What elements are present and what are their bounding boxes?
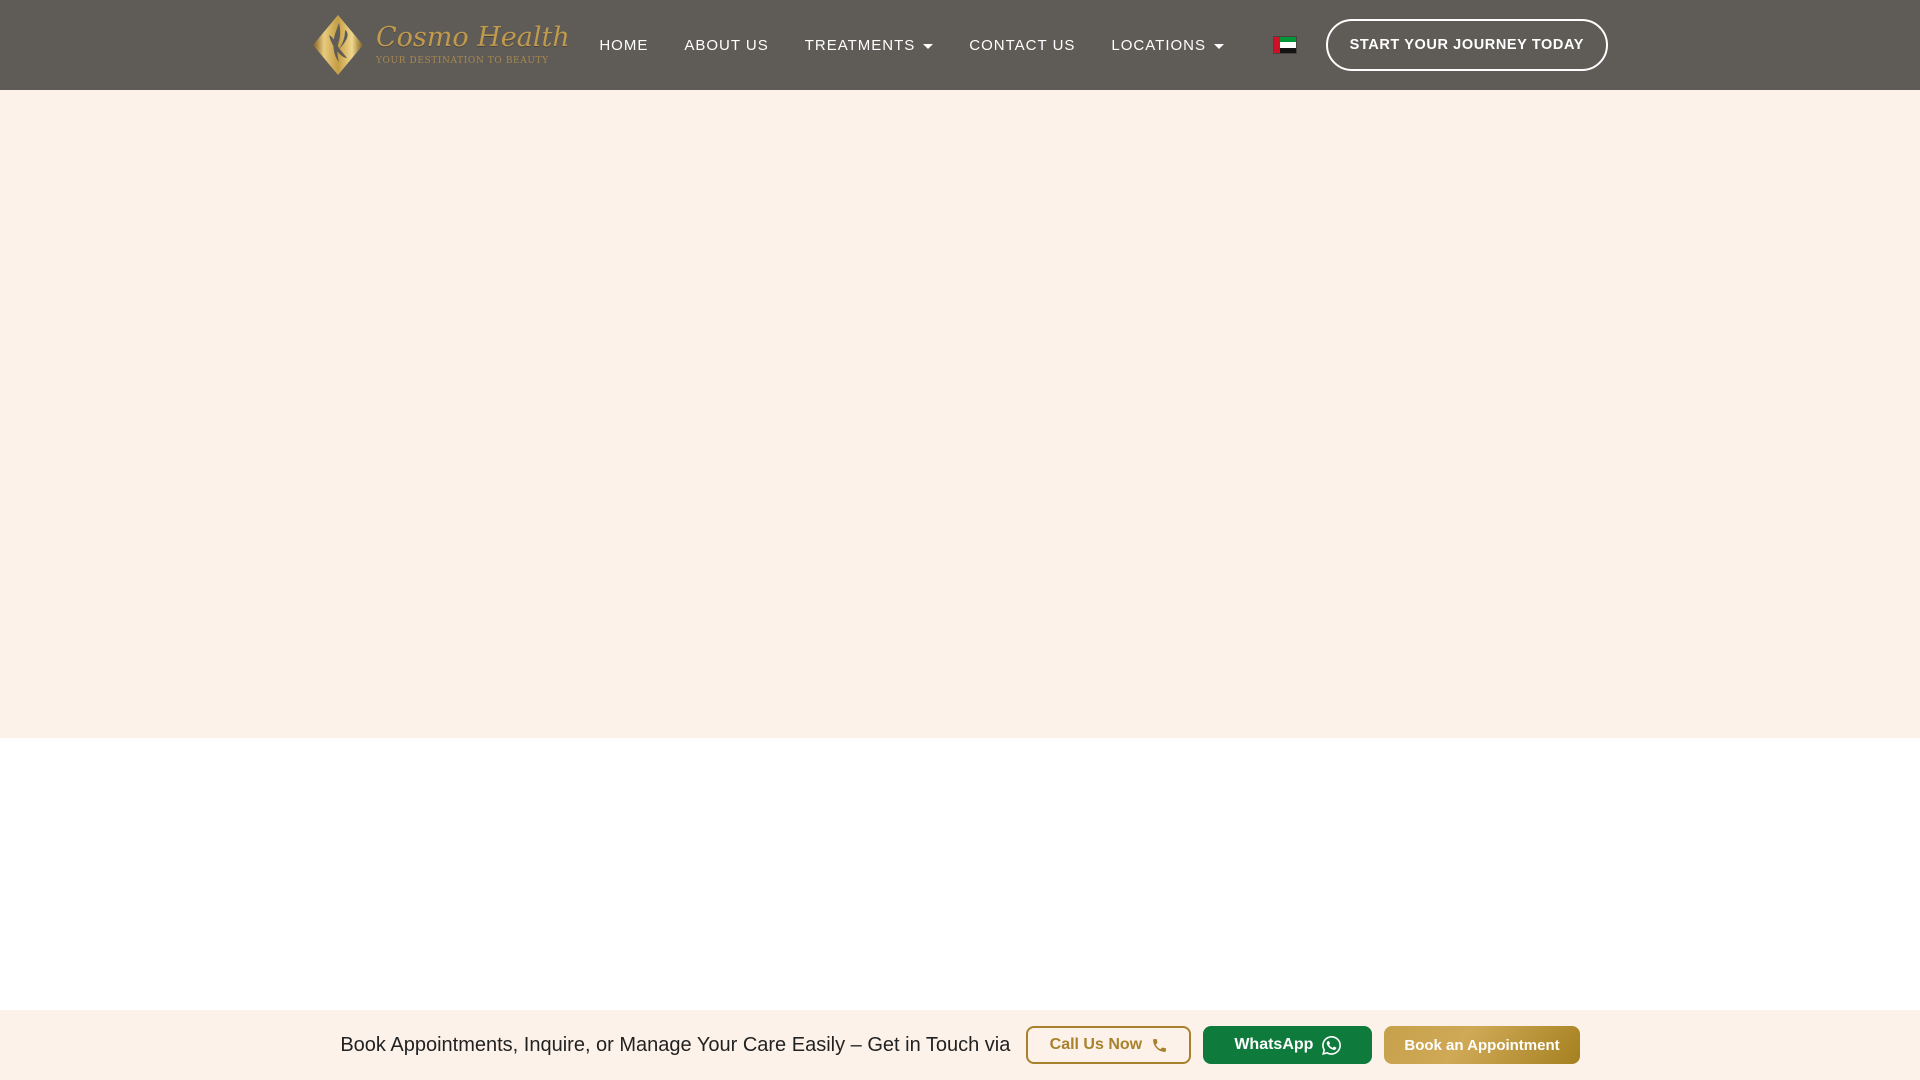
nav-item-home[interactable]: HOME — [599, 37, 648, 54]
whatsapp-button-label: WhatsApp — [1234, 1036, 1314, 1053]
call-button-label: Call Us Now — [1049, 1036, 1143, 1053]
nav-about-label: ABOUT US — [684, 36, 769, 54]
whatsapp-icon — [1322, 1035, 1342, 1055]
chevron-down-icon — [1214, 43, 1224, 49]
whatsapp-button[interactable]: WhatsApp — [1203, 1026, 1373, 1064]
gold-diamond-flower-logo-icon — [312, 14, 364, 76]
nav-item-about-us[interactable]: ABOUT US — [684, 37, 768, 54]
brand-text: Cosmo Health YOUR DESTINATION TO BEAUTY — [376, 24, 570, 66]
start-journey-button[interactable]: START YOUR JOURNEY TODAY — [1325, 19, 1608, 71]
contact-bar: Book Appointments, Inquire, or Manage Yo… — [0, 1010, 1920, 1080]
header-container: Cosmo Health YOUR DESTINATION TO BEAUTY … — [312, 14, 1608, 76]
brand-tagline: YOUR DESTINATION TO BEAUTY — [376, 56, 549, 66]
site-header: Cosmo Health YOUR DESTINATION TO BEAUTY … — [0, 0, 1920, 90]
nav-home-label: HOME — [599, 36, 649, 54]
phone-icon — [1151, 1037, 1168, 1054]
book-appointment-button[interactable]: Book an Appointment — [1384, 1026, 1580, 1064]
uae-flag-black-band — [1280, 47, 1296, 53]
nav-locations-label: LOCATIONS — [1111, 36, 1206, 54]
nav-treatments-label: TREATMENTS — [804, 36, 916, 54]
hero-section — [0, 90, 1920, 738]
content-section — [0, 738, 1920, 1010]
nav-item-locations[interactable]: LOCATIONS — [1111, 37, 1224, 54]
main-nav: HOME ABOUT US TREATMENTS CONTACT US LOCA… — [599, 37, 1296, 54]
nav-item-treatments[interactable]: TREATMENTS — [805, 37, 934, 54]
uae-flag-bands — [1280, 37, 1296, 53]
chevron-down-icon — [923, 43, 934, 49]
nav-contact-label: CONTACT US — [969, 36, 1076, 54]
call-us-now-button[interactable]: Call Us Now — [1026, 1026, 1192, 1064]
brand-logo[interactable]: Cosmo Health YOUR DESTINATION TO BEAUTY — [312, 14, 570, 76]
brand-name: Cosmo Health — [376, 22, 570, 53]
contact-bar-message: Book Appointments, Inquire, or Manage Yo… — [340, 1033, 1011, 1056]
uae-flag-icon[interactable] — [1274, 37, 1296, 53]
nav-item-contact-us[interactable]: CONTACT US — [969, 37, 1075, 54]
